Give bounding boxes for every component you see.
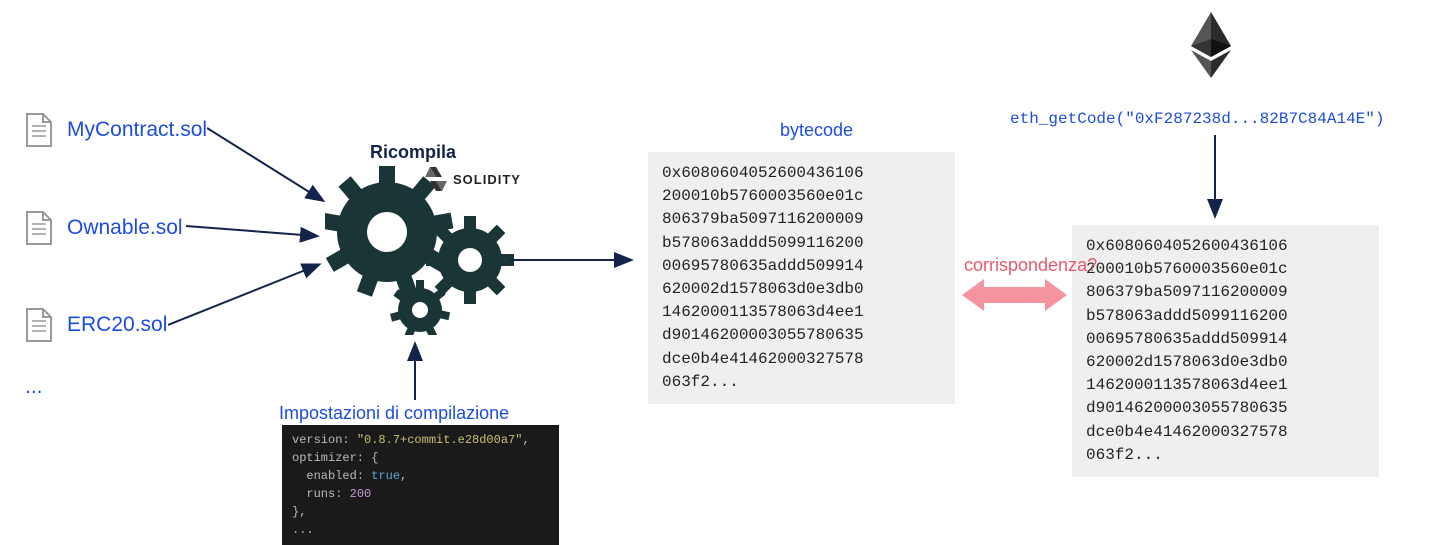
ethereum-icon <box>1190 12 1232 78</box>
file-icon <box>25 307 53 343</box>
file-label: MyContract.sol <box>67 118 207 142</box>
solidity-badge: SOLIDITY <box>425 165 521 193</box>
match-label: corrispondenza? <box>964 255 1097 276</box>
file-icon <box>25 210 53 246</box>
arrow-line <box>1200 135 1230 225</box>
solidity-text: SOLIDITY <box>453 172 521 187</box>
eth-getcode-call: eth_getCode("0xF287238d...82B7C84A14E") <box>1010 110 1384 128</box>
settings-label: Impostazioni di compilazione <box>279 403 509 424</box>
arrow-line <box>400 340 430 410</box>
code-val: true <box>371 469 400 483</box>
file-item: ERC20.sol <box>25 307 167 343</box>
bytecode-output: 0x6080604052600436106 200010b5760003560e… <box>648 152 955 404</box>
file-icon <box>25 112 53 148</box>
arrow-line <box>207 120 332 210</box>
code-val: "0.8.7+commit.e28d00a7" <box>357 433 523 447</box>
eth-call-fn: eth_getCode <box>1010 110 1116 128</box>
file-label: ERC20.sol <box>67 313 167 337</box>
file-item: MyContract.sol <box>25 112 207 148</box>
arrow-line <box>186 216 326 246</box>
bytecode-label: bytecode <box>780 120 853 141</box>
arrow-line <box>168 260 328 335</box>
code-val: 200 <box>350 487 372 501</box>
compare-arrow-icon <box>962 275 1067 315</box>
file-item: Ownable.sol <box>25 210 183 246</box>
code-line: }, <box>292 503 549 521</box>
settings-code: version: "0.8.7+commit.e28d00a7", optimi… <box>282 425 559 545</box>
code-key: runs: <box>306 487 342 501</box>
recompile-label: Ricompila <box>370 142 456 163</box>
code-key: version: <box>292 433 350 447</box>
solidity-icon <box>425 165 447 193</box>
eth-call-arg: ("0xF287238d...82B7C84A14E") <box>1116 110 1385 128</box>
code-line: optimizer: { <box>292 449 549 467</box>
file-label: Ownable.sol <box>67 216 183 240</box>
code-key: enabled: <box>306 469 364 483</box>
onchain-bytecode: 0x6080604052600436106 200010b5760003560e… <box>1072 225 1379 477</box>
files-ellipsis: ... <box>25 375 43 399</box>
arrow-line <box>510 250 640 270</box>
code-line: ... <box>292 521 549 539</box>
